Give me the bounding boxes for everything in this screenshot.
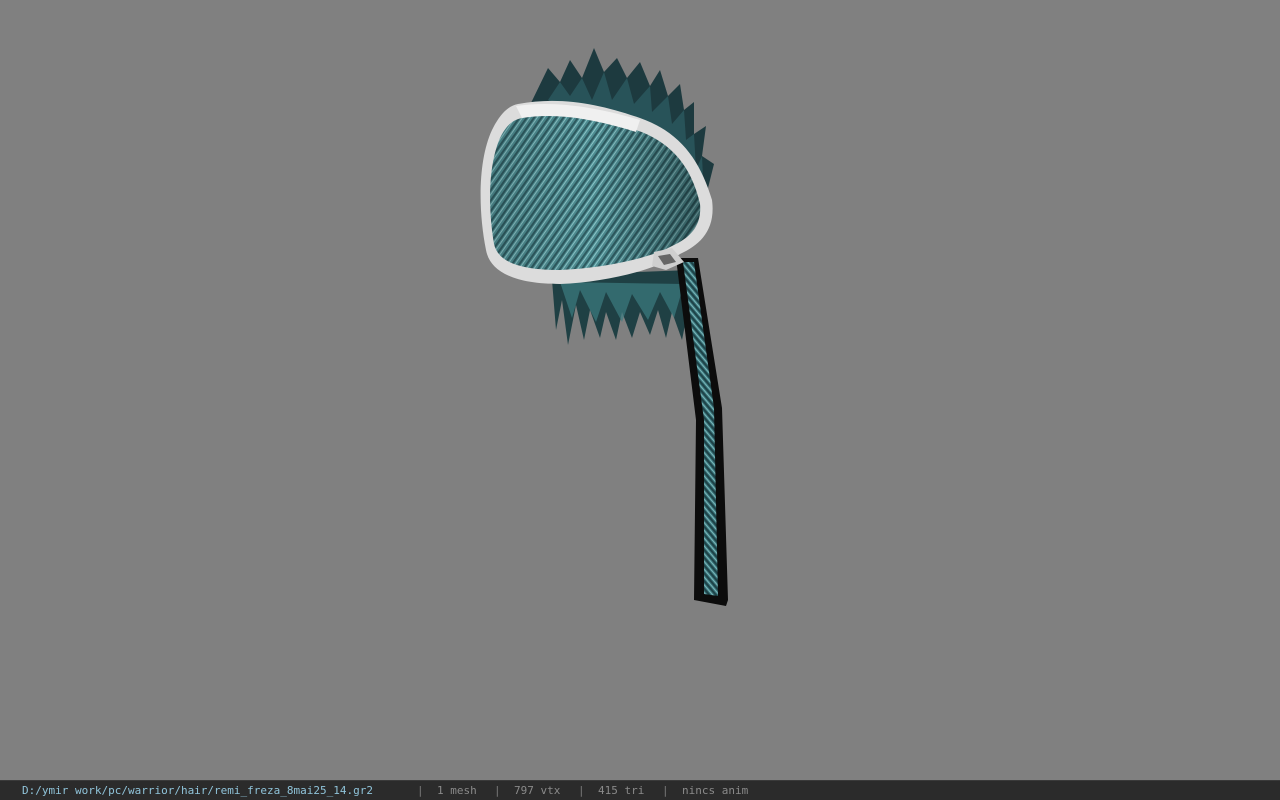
separator: | bbox=[417, 784, 424, 797]
separator: | bbox=[578, 784, 585, 797]
hair-braid bbox=[676, 258, 728, 606]
model-render bbox=[480, 48, 728, 606]
file-path-label: D:/ymir work/pc/warrior/hair/remi_freza_… bbox=[22, 784, 373, 797]
triangle-count-label: 415 tri bbox=[598, 784, 645, 797]
separator: | bbox=[494, 784, 501, 797]
mesh-count-label: 1 mesh bbox=[437, 784, 477, 797]
3d-viewport[interactable] bbox=[0, 0, 1280, 780]
vertex-count-label: 797 vtx bbox=[514, 784, 561, 797]
animation-status-label: nincs anim bbox=[682, 784, 749, 797]
separator: | bbox=[662, 784, 669, 797]
status-bar: D:/ymir work/pc/warrior/hair/remi_freza_… bbox=[0, 780, 1280, 800]
